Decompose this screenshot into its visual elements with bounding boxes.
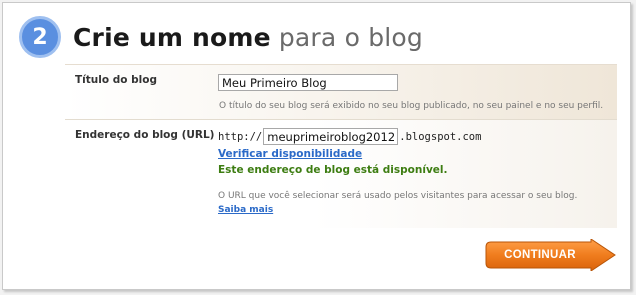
blog-address-hint: O URL que você selecionar será usado pel… [218, 189, 578, 217]
blog-title-input[interactable] [218, 74, 398, 91]
blog-address-label: Endereço do blog (URL) [75, 129, 215, 141]
check-availability-link[interactable]: Verificar disponibilidade [218, 148, 362, 160]
wizard-frame: 2 Crie um nome para o blog Título do blog… [2, 2, 631, 290]
continue-button[interactable]: CONTINUAR [485, 239, 619, 271]
continue-label: CONTINUAR [504, 249, 576, 261]
url-prefix: http:// [218, 130, 263, 143]
url-suffix: .blogspot.com [399, 130, 482, 143]
page-title-light: para o blog [278, 22, 423, 52]
availability-status: Este endereço de blog está disponível. [218, 164, 448, 176]
learn-more-link[interactable]: Saiba mais [218, 205, 273, 215]
step-number: 2 [32, 24, 48, 50]
blog-address-input[interactable] [263, 128, 399, 145]
page-title: Crie um nome para o blog [73, 23, 423, 52]
blog-address-row: Endereço do blog (URL) http:// .blogspot… [65, 120, 617, 228]
step-number-badge: 2 [19, 16, 61, 58]
page-title-bold: Crie um nome [73, 22, 271, 52]
blog-title-hint: O título do seu blog será exibido no seu… [219, 101, 604, 111]
blog-address-hint-text: O URL que você selecionar será usado pel… [218, 191, 578, 201]
blog-title-label: Título do blog [75, 74, 157, 86]
form-panel: Título do blog O título do seu blog será… [65, 64, 617, 228]
blog-title-row: Título do blog O título do seu blog será… [65, 65, 617, 120]
url-line: http:// .blogspot.com [218, 128, 481, 145]
step-header: 2 Crie um nome para o blog [19, 15, 423, 59]
